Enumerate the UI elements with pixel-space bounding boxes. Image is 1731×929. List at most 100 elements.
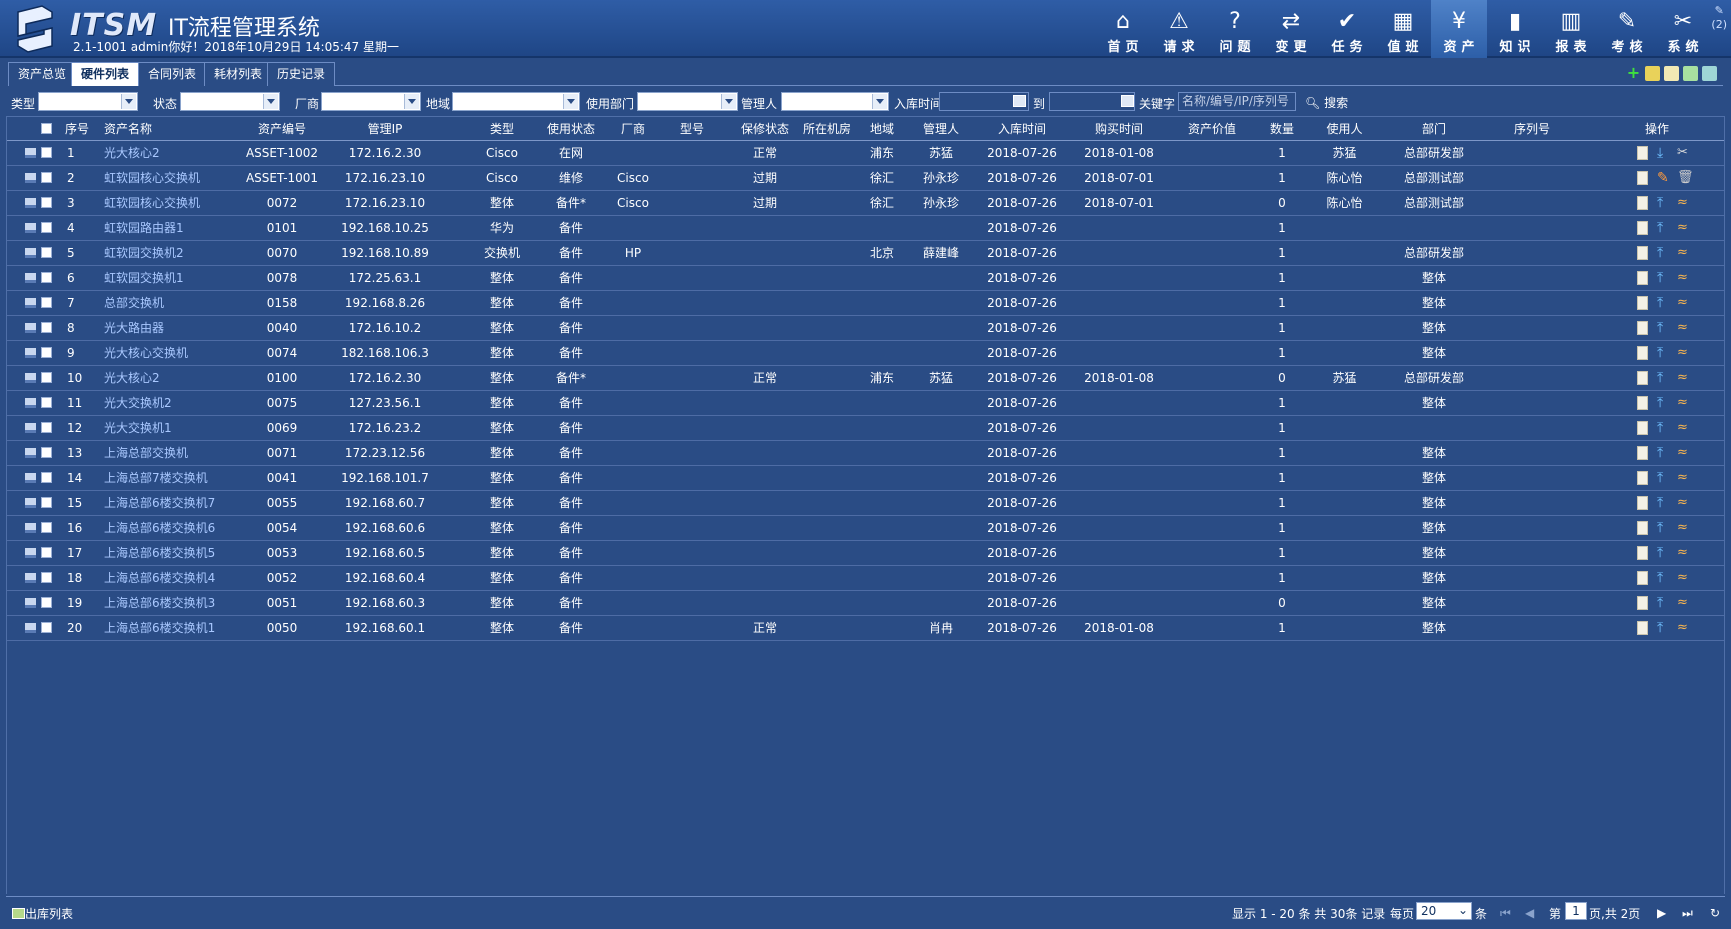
- edit-row-icon[interactable]: [1637, 146, 1648, 160]
- tab-3[interactable]: 耗材列表: [204, 62, 273, 86]
- last-page-icon[interactable]: ⏭: [1682, 906, 1693, 920]
- table-row[interactable]: 7 总部交换机 0158 192.168.8.26 整体 备件 2018-07-26 1 整体 ⤒…: [7, 291, 1724, 316]
- edit-row-icon[interactable]: [1637, 171, 1648, 185]
- table-row[interactable]: 6 虹软园交换机1 0078 172.25.63.1 整体 备件 2018-07-26 1 整体…: [7, 266, 1724, 291]
- edit-row-icon[interactable]: [1637, 221, 1648, 235]
- asset-name-link[interactable]: 光大路由器: [104, 316, 254, 341]
- handshake-icon[interactable]: ≈: [1677, 296, 1690, 310]
- asset-name-link[interactable]: 总部交换机: [104, 291, 254, 316]
- row-expand-icon[interactable]: [25, 373, 36, 383]
- tab-2[interactable]: 合同列表: [138, 62, 207, 86]
- calendar-icon[interactable]: [1121, 95, 1134, 107]
- column-header-room[interactable]: 所在机房: [797, 117, 857, 141]
- edit-row-icon[interactable]: [1637, 371, 1648, 385]
- handshake-icon[interactable]: ≈: [1677, 521, 1690, 535]
- row-checkbox[interactable]: [41, 522, 52, 533]
- table-row[interactable]: 19 上海总部6楼交换机3 0051 192.168.60.3 整体 备件 2018-07-…: [7, 591, 1724, 616]
- row-expand-icon[interactable]: [25, 398, 36, 408]
- handshake-icon[interactable]: ≈: [1677, 421, 1690, 435]
- table-row[interactable]: 13 上海总部交换机 0071 172.23.12.56 整体 备件 2018-07-26 1…: [7, 441, 1724, 466]
- row-expand-icon[interactable]: [25, 498, 36, 508]
- row-checkbox[interactable]: [41, 422, 52, 433]
- nav-item-tools[interactable]: ✂ 系统: [1655, 0, 1711, 58]
- edit-row-icon[interactable]: [1637, 521, 1648, 535]
- table-row[interactable]: 3 虹软园核心交换机 0072 172.16.23.10 整体 备件* Cisco 过期 徐汇 孙…: [7, 191, 1724, 216]
- search-button[interactable]: 🔍︎ 搜索: [1305, 94, 1348, 111]
- upload-icon[interactable]: ⤒: [1657, 596, 1670, 610]
- nav-item-warning[interactable]: ⚠ 请求: [1151, 0, 1207, 58]
- settings-icon[interactable]: [1645, 66, 1660, 81]
- upload-icon[interactable]: ⤒: [1657, 296, 1670, 310]
- filter-status-select[interactable]: [180, 92, 280, 111]
- keyword-input[interactable]: 名称/编号/IP/序列号: [1178, 92, 1296, 111]
- row-checkbox[interactable]: [41, 297, 52, 308]
- handshake-icon[interactable]: ≈: [1677, 396, 1690, 410]
- upload-icon[interactable]: ⤒: [1657, 496, 1670, 510]
- row-expand-icon[interactable]: [25, 448, 36, 458]
- outbound-list-button[interactable]: 出库列表: [12, 905, 73, 922]
- edit-row-icon[interactable]: [1637, 496, 1648, 510]
- edit-row-icon[interactable]: [1637, 446, 1648, 460]
- handshake-icon[interactable]: ≈: [1677, 246, 1690, 260]
- row-expand-icon[interactable]: [25, 623, 36, 633]
- edit-row-icon[interactable]: [1637, 621, 1648, 635]
- import-icon[interactable]: [1683, 66, 1698, 81]
- upload-icon[interactable]: ⤒: [1657, 521, 1670, 535]
- edit-row-icon[interactable]: [1637, 346, 1648, 360]
- select-all-checkbox[interactable]: [41, 123, 52, 134]
- row-expand-icon[interactable]: [25, 273, 36, 283]
- upload-icon[interactable]: ⤒: [1657, 371, 1670, 385]
- upload-icon[interactable]: ⤒: [1657, 421, 1670, 435]
- asset-name-link[interactable]: 上海总部6楼交换机6: [104, 516, 254, 541]
- asset-name-link[interactable]: 虹软园交换机2: [104, 241, 254, 266]
- handshake-icon[interactable]: ≈: [1677, 596, 1690, 610]
- table-row[interactable]: 10 光大核心2 0100 172.16.2.30 整体 备件* 正常 浦东 苏猛 2018-07…: [7, 366, 1724, 391]
- row-expand-icon[interactable]: [25, 598, 36, 608]
- row-expand-icon[interactable]: [25, 248, 36, 258]
- notification-count[interactable]: ✎ (2): [1711, 4, 1727, 32]
- row-checkbox[interactable]: [41, 572, 52, 583]
- edit-row-icon[interactable]: [1637, 296, 1648, 310]
- row-expand-icon[interactable]: [25, 548, 36, 558]
- filter-type-select[interactable]: [38, 92, 138, 111]
- handshake-icon[interactable]: ≈: [1677, 621, 1690, 635]
- next-page-icon[interactable]: ▶: [1657, 906, 1667, 920]
- upload-icon[interactable]: ⤒: [1657, 221, 1670, 235]
- asset-name-link[interactable]: 光大核心交换机: [104, 341, 254, 366]
- edit-icon[interactable]: [1664, 66, 1679, 81]
- row-checkbox[interactable]: [41, 497, 52, 508]
- handshake-icon[interactable]: ≈: [1677, 446, 1690, 460]
- column-header-vendor[interactable]: 厂商: [605, 117, 661, 141]
- row-expand-icon[interactable]: [25, 573, 36, 583]
- asset-name-link[interactable]: 虹软园交换机1: [104, 266, 254, 291]
- column-header-manager[interactable]: 管理人: [912, 117, 970, 141]
- table-row[interactable]: 14 上海总部7楼交换机 0041 192.168.101.7 整体 备件 2018-07-…: [7, 466, 1724, 491]
- table-row[interactable]: 20 上海总部6楼交换机1 0050 192.168.60.1 整体 备件 正常 肖冉 2018…: [7, 616, 1724, 641]
- nav-item-book[interactable]: ▮ 知识: [1487, 0, 1543, 58]
- row-checkbox[interactable]: [41, 322, 52, 333]
- edit-row-icon[interactable]: [1637, 396, 1648, 410]
- column-header-region[interactable]: 地域: [857, 117, 907, 141]
- edit-row-icon[interactable]: [1637, 196, 1648, 210]
- row-checkbox[interactable]: [41, 397, 52, 408]
- table-row[interactable]: 15 上海总部6楼交换机7 0055 192.168.60.7 整体 备件 2018-07-…: [7, 491, 1724, 516]
- handshake-icon[interactable]: ≈: [1677, 371, 1690, 385]
- upload-icon[interactable]: ⤒: [1657, 196, 1670, 210]
- row-checkbox[interactable]: [41, 172, 52, 183]
- row-expand-icon[interactable]: [25, 198, 36, 208]
- asset-name-link[interactable]: 虹软园路由器1: [104, 216, 254, 241]
- upload-icon[interactable]: ⤒: [1657, 271, 1670, 285]
- row-expand-icon[interactable]: [25, 148, 36, 158]
- edit-row-icon[interactable]: [1637, 596, 1648, 610]
- tab-4[interactable]: 历史记录: [267, 62, 336, 86]
- handshake-icon[interactable]: ≈: [1677, 321, 1690, 335]
- row-checkbox[interactable]: [41, 272, 52, 283]
- edit-row-icon[interactable]: [1637, 571, 1648, 585]
- column-header-type[interactable]: 类型: [477, 117, 527, 141]
- upload-icon[interactable]: ⤒: [1657, 446, 1670, 460]
- nav-item-home[interactable]: ⌂ 首页: [1095, 0, 1151, 58]
- calendar-icon[interactable]: [1013, 95, 1026, 107]
- handshake-icon[interactable]: ≈: [1677, 221, 1690, 235]
- nav-item-calendar[interactable]: ▦ 值班: [1375, 0, 1431, 58]
- upload-icon[interactable]: ⤒: [1657, 346, 1670, 360]
